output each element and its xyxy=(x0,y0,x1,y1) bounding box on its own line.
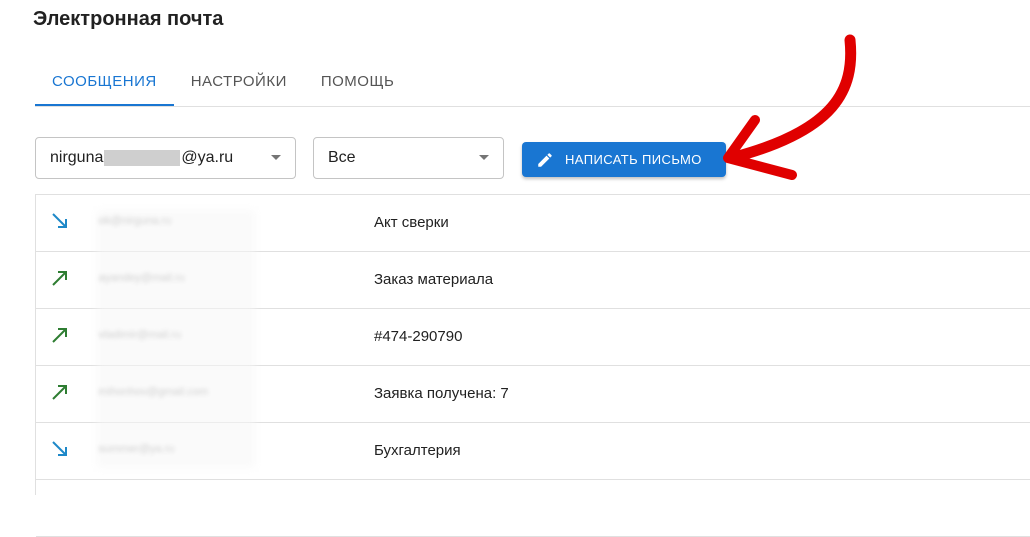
tab-bar: СООБЩЕНИЯ НАСТРОЙКИ ПОМОЩЬ xyxy=(35,58,411,106)
message-sender: vladimir@mail.ru xyxy=(99,329,182,341)
account-suffix: @ya.ru xyxy=(181,149,234,166)
tab-help[interactable]: ПОМОЩЬ xyxy=(304,58,412,104)
message-subject: Заказ материала xyxy=(374,271,494,288)
tab-messages[interactable]: СООБЩЕНИЯ xyxy=(35,58,174,106)
arrow-outgoing-icon xyxy=(52,271,67,286)
page-title: Электронная почта xyxy=(33,8,224,30)
message-subject: Заявка получена: 7 xyxy=(374,385,509,402)
message-row[interactable]: ayandey@mail.ru Заказ материала xyxy=(36,252,1030,309)
message-row[interactable]: ok@nirguna.ru Акт сверки xyxy=(36,195,1030,252)
arrow-outgoing-icon xyxy=(52,328,67,343)
tabs-divider xyxy=(35,106,1030,107)
annotation-arrow-icon xyxy=(723,34,857,180)
message-sender: ayandey@mail.ru xyxy=(99,272,185,284)
compose-button[interactable]: НАПИСАТЬ ПИСЬМО xyxy=(522,142,726,177)
message-sender: ok@nirguna.ru xyxy=(99,215,172,227)
filter-select[interactable]: Все xyxy=(313,137,504,179)
message-row[interactable]: mihonhov@gmail.com Заявка получена: 7 xyxy=(36,366,1030,423)
message-row[interactable]: summer@ya.ru Бухгалтерия xyxy=(36,423,1030,480)
message-list: ok@nirguna.ru Акт сверки ayandey@mail.ru… xyxy=(35,194,1030,537)
message-subject: #474-290790 xyxy=(374,328,463,345)
arrow-outgoing-icon xyxy=(52,385,67,400)
message-sender: summer@ya.ru xyxy=(99,443,175,455)
filter-value: Все xyxy=(328,149,356,166)
account-select[interactable]: nirguna @ya.ru xyxy=(35,137,296,179)
arrow-incoming-icon xyxy=(52,213,67,228)
compose-button-label: НАПИСАТЬ ПИСЬМО xyxy=(565,152,702,167)
message-subject: Бухгалтерия xyxy=(374,442,461,459)
message-row-partial[interactable] xyxy=(36,480,1030,537)
account-prefix: nirguna xyxy=(50,149,104,166)
pencil-icon xyxy=(538,152,552,167)
message-row[interactable]: vladimir@mail.ru #474-290790 xyxy=(36,309,1030,366)
message-subject: Акт сверки xyxy=(374,214,449,231)
chevron-down-icon xyxy=(271,155,281,160)
tab-settings[interactable]: НАСТРОЙКИ xyxy=(174,58,304,104)
arrow-incoming-icon xyxy=(52,441,67,456)
chevron-down-icon xyxy=(479,155,489,160)
message-sender: mihonhov@gmail.com xyxy=(99,386,208,398)
redacted-box xyxy=(104,150,181,166)
